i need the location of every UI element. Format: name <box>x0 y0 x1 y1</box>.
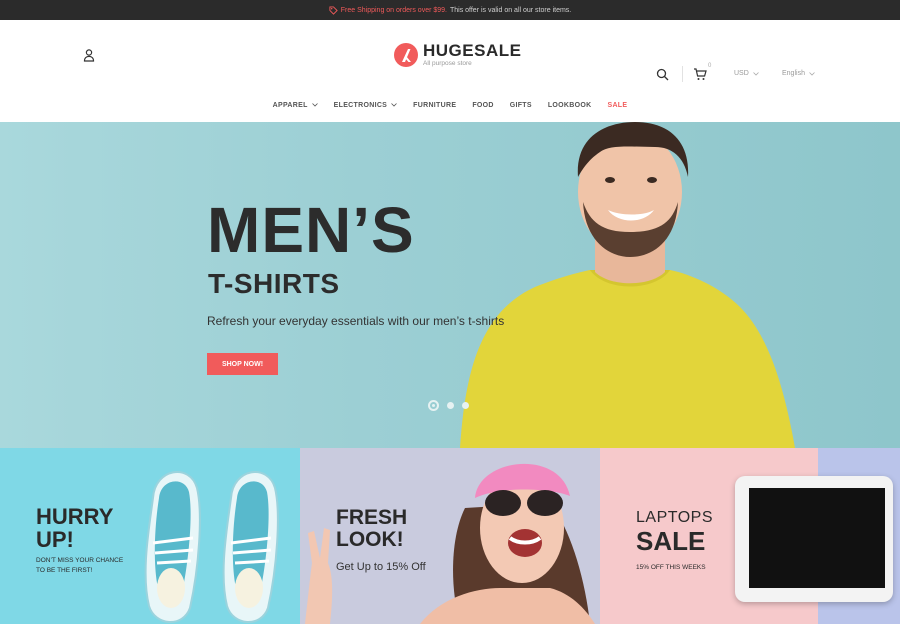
hero-title: MEN’S <box>207 194 415 266</box>
banner-subtitle-line: DON’T MISS YOUR CHANCE <box>36 557 124 564</box>
banner-title-line: FRESH <box>336 506 408 529</box>
promo-banner-laptops[interactable]: LAPTOPS SALE 15% OFF THIS WEEKS <box>600 448 900 624</box>
nav-item-food[interactable]: FOOD <box>472 102 493 109</box>
logo-mark-icon <box>394 42 418 67</box>
tablet-screen <box>749 488 885 588</box>
banner-title-line: HURRY <box>36 504 114 529</box>
banner-subtitle: DON’T MISS YOUR CHANCE TO BE THE FIRST! <box>36 556 123 576</box>
chevron-down-icon <box>311 103 318 107</box>
banner-title: HURRY UP! <box>36 505 113 551</box>
main-navigation: APPAREL ELECTRONICS FURNITURE FOOD GIFTS… <box>0 88 900 122</box>
hero-model-image <box>460 122 795 448</box>
currency-select[interactable]: USD <box>734 70 759 77</box>
slider-pagination <box>428 400 469 411</box>
nav-item-furniture[interactable]: FURNITURE <box>413 102 456 109</box>
banner-kicker: LAPTOPS <box>636 509 714 526</box>
slider-dot[interactable] <box>462 402 469 409</box>
nav-item-lookbook[interactable]: LOOKBOOK <box>548 102 592 109</box>
cart-icon[interactable] <box>693 67 707 81</box>
site-logo[interactable]: HUGESALE All purpose store <box>394 42 521 68</box>
slider-dot-active[interactable] <box>428 400 439 411</box>
tag-icon <box>329 5 338 15</box>
chevron-down-icon <box>809 71 815 76</box>
slider-dot[interactable] <box>447 402 454 409</box>
nav-item-apparel[interactable]: APPAREL <box>273 102 318 109</box>
logo-tagline: All purpose store <box>423 60 472 67</box>
tablet-image <box>735 476 893 602</box>
hero-slider[interactable]: MEN’S T-SHIRTS Refresh your everyday ess… <box>0 122 900 448</box>
nav-item-sale[interactable]: SALE <box>607 102 627 109</box>
chevron-down-icon <box>391 103 397 107</box>
logo-name: HUGESALE <box>423 41 522 60</box>
search-icon[interactable] <box>656 68 669 81</box>
chevron-down-icon <box>752 71 759 76</box>
language-label: English <box>782 70 805 77</box>
nav-item-electronics[interactable]: ELECTRONICS <box>334 102 397 109</box>
banner-title-line: LOOK! <box>336 528 404 552</box>
language-select[interactable]: English <box>782 70 815 77</box>
nav-item-gifts[interactable]: GIFTS <box>510 102 532 109</box>
hero-subtitle: T-SHIRTS <box>208 268 340 299</box>
promo-banner-fresh-look[interactable]: FRESH LOOK! Get Up to 15% Off <box>300 448 600 624</box>
banner-subtitle: Get Up to 15% Off <box>336 561 426 573</box>
top-announcement-bar: Free Shipping on orders over $99. This o… <box>0 0 900 20</box>
nav-label: APPAREL <box>272 101 308 109</box>
currency-label: USD <box>734 70 749 77</box>
banner-subtitle-line: TO BE THE FIRST! <box>36 566 93 574</box>
banner-title: FRESH LOOK! <box>336 506 408 552</box>
banner-subtitle: 15% OFF THIS WEEKS <box>636 564 706 571</box>
sneakers-image <box>144 471 279 623</box>
free-shipping-text[interactable]: Free Shipping on orders over $99. <box>341 7 447 14</box>
banner-title-line: UP! <box>36 527 74 553</box>
promo-banner-hurry[interactable]: HURRY UP! DON’T MISS YOUR CHANCE TO BE T… <box>0 448 300 624</box>
banner-title: SALE <box>636 526 706 556</box>
header-divider <box>682 66 683 82</box>
hero-description: Refresh your everyday essentials with ou… <box>207 314 505 328</box>
offer-note: This offer is valid on all our store ite… <box>449 6 572 14</box>
user-account-icon[interactable] <box>82 48 96 62</box>
site-header: HUGESALE All purpose store 0 USD English <box>0 20 900 88</box>
cart-count-badge: 0 <box>708 63 712 69</box>
nav-label: ELECTRONICS <box>333 101 388 109</box>
shop-now-button[interactable]: SHOP NOW! <box>207 353 278 375</box>
